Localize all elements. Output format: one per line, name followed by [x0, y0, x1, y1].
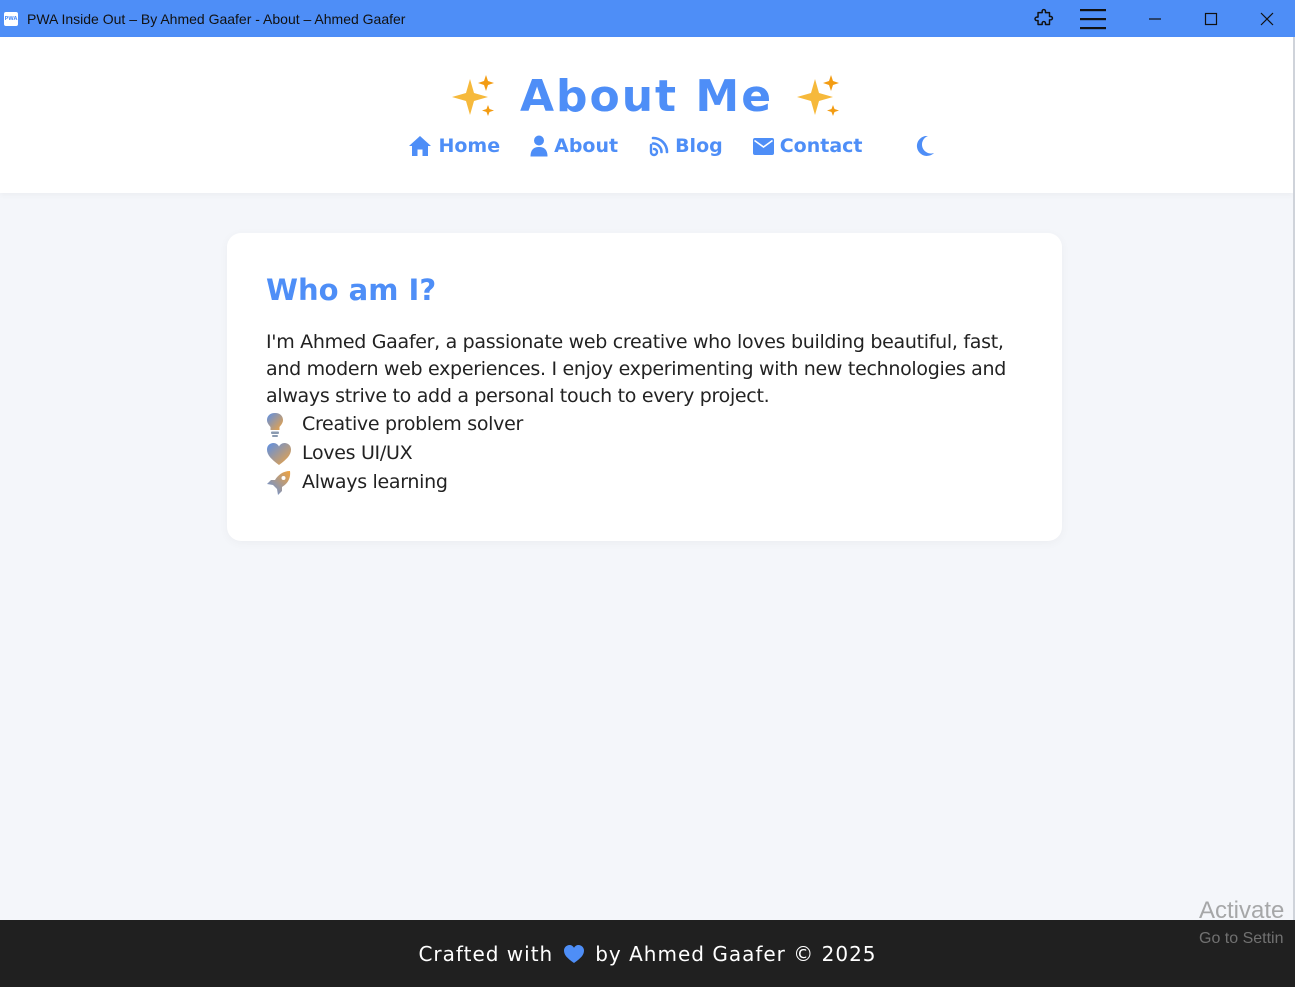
nav-contact-label: Contact	[779, 135, 863, 157]
app-icon: PWA	[4, 11, 18, 26]
sparkles-icon	[451, 74, 494, 116]
nav-blog[interactable]: Blog	[648, 135, 723, 157]
moon-icon	[916, 135, 934, 156]
page-title-text: About Me	[519, 71, 774, 122]
user-icon	[530, 135, 548, 157]
nav-home-label: Home	[438, 135, 501, 157]
list-item: Always learning	[266, 468, 1023, 497]
theme-toggle-button[interactable]	[915, 135, 935, 157]
envelope-icon	[752, 137, 774, 155]
nav-about[interactable]: About	[530, 135, 618, 157]
window-controls	[1019, 0, 1295, 37]
sparkles-icon	[797, 74, 840, 116]
nav-about-label: About	[554, 135, 619, 157]
footer-text-before: Crafted with	[418, 941, 554, 966]
close-button[interactable]	[1239, 0, 1295, 37]
watermark-line2: Go to Settin	[1199, 930, 1284, 947]
watermark-line1: Activate	[1199, 897, 1285, 924]
lightbulb-icon	[267, 412, 283, 437]
blog-icon	[649, 136, 669, 156]
rocket-icon	[267, 470, 291, 495]
about-paragraph: I'm Ahmed Gaafer, a passionate web creat…	[266, 331, 1007, 407]
maximize-button[interactable]	[1183, 0, 1239, 37]
maximize-icon	[1204, 12, 1218, 25]
app-icon-text: PWA	[4, 15, 18, 22]
extensions-icon	[1034, 8, 1054, 25]
minimize-button[interactable]	[1127, 0, 1183, 37]
feature-list: Creative problem solver Loves UI/UX Alwa…	[266, 410, 1023, 497]
feature-label: Always learning	[302, 471, 448, 493]
site-header: About Me Home About Blog Contact	[0, 37, 1293, 193]
minimize-icon	[1149, 17, 1161, 20]
menu-button[interactable]	[1069, 0, 1117, 37]
list-item: Creative problem solver	[266, 410, 1023, 439]
window-titlebar: PWA PWA Inside Out – By Ahmed Gaafer - A…	[0, 0, 1295, 37]
heart-icon	[267, 442, 291, 465]
home-icon	[409, 136, 432, 156]
page-title: About Me	[0, 71, 1293, 122]
about-card: Who am I? I'm Ahmed Gaafer, a passionate…	[227, 233, 1062, 541]
main-nav: Home About Blog Contact	[0, 135, 1293, 157]
site-footer: Crafted with by Ahmed Gaafer © 2025	[0, 920, 1295, 987]
footer-text-after: by Ahmed Gaafer © 2025	[595, 941, 877, 966]
nav-contact[interactable]: Contact	[752, 135, 863, 157]
nav-home[interactable]: Home	[408, 135, 500, 157]
close-icon	[1260, 12, 1274, 25]
menu-icon	[1080, 8, 1106, 29]
window-title: PWA Inside Out – By Ahmed Gaafer - About…	[27, 10, 406, 27]
activation-watermark: Activate Go to Settin	[1199, 897, 1295, 949]
blue-heart-icon	[563, 944, 585, 964]
feature-label: Creative problem solver	[302, 413, 523, 435]
feature-label: Loves UI/UX	[302, 442, 413, 464]
card-heading: Who am I?	[266, 273, 437, 307]
nav-blog-label: Blog	[675, 135, 723, 157]
extensions-button[interactable]	[1019, 0, 1069, 37]
list-item: Loves UI/UX	[266, 439, 1023, 468]
